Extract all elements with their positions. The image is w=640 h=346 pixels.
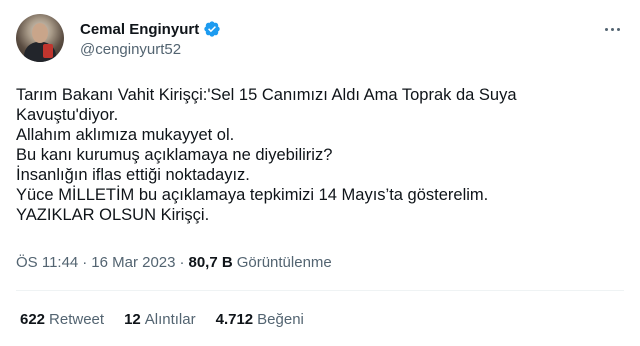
quotes-count: 12 [124, 311, 141, 328]
quotes-label: Alıntılar [144, 311, 196, 328]
retweets-label: Retweet [49, 311, 105, 328]
tweet-text: Tarım Bakanı Vahit Kirişçi:'Sel 15 Canım… [16, 85, 616, 225]
views-label: Görüntülenme [236, 254, 332, 271]
retweets-stat[interactable]: 622 Retweet [20, 311, 104, 328]
more-options-icon[interactable] [598, 18, 626, 40]
author-name[interactable]: Cemal Enginyurt [80, 21, 199, 38]
verified-badge-icon [203, 20, 221, 38]
avatar-face [32, 23, 48, 43]
tweet-line: Kavuştu'diyor. [16, 106, 119, 124]
likes-label: Beğeni [257, 311, 304, 328]
tweet-date[interactable]: 16 Mar 2023 [91, 254, 175, 271]
likes-count: 4.712 [215, 311, 254, 328]
avatar[interactable] [16, 14, 64, 62]
meta-separator: · [82, 254, 88, 271]
engagement-stats: 622 Retweet 12 Alıntılar 4.712 Beğeni [20, 311, 324, 328]
tweet-line: İnsanlığın iflas ettiği noktadayız. [16, 166, 250, 184]
avatar-tie [43, 44, 53, 58]
tweet-meta: ÖS 11:44 · 16 Mar 2023 · 80,7 B Görüntül… [16, 254, 332, 271]
quotes-stat[interactable]: 12 Alıntılar [124, 311, 196, 328]
tweet-line: Yüce MİLLETİM bu açıklamaya tepkimizi 14… [16, 186, 489, 204]
likes-stat[interactable]: 4.712 Beğeni [216, 311, 304, 328]
views-count[interactable]: 80,7 B [189, 254, 233, 271]
tweet-line: Allahım aklımıza mukayyet ol. [16, 126, 235, 144]
tweet-line: Bu kanı kurumuş açıklamaya ne diyebiliri… [16, 146, 333, 164]
divider [16, 290, 624, 291]
tweet-time[interactable]: ÖS 11:44 [16, 254, 78, 271]
retweets-count: 622 [20, 311, 46, 328]
tweet-line: Tarım Bakanı Vahit Kirişçi:'Sel 15 Canım… [16, 86, 517, 104]
author-row: Cemal Enginyurt [80, 18, 221, 40]
tweet-line: YAZIKLAR OLSUN Kirişçi. [16, 206, 210, 224]
author-handle[interactable]: @cenginyurt52 [80, 41, 181, 58]
meta-separator: · [179, 254, 185, 271]
tweet-card: Cemal Enginyurt @cenginyurt52 Tarım Baka… [0, 0, 640, 346]
